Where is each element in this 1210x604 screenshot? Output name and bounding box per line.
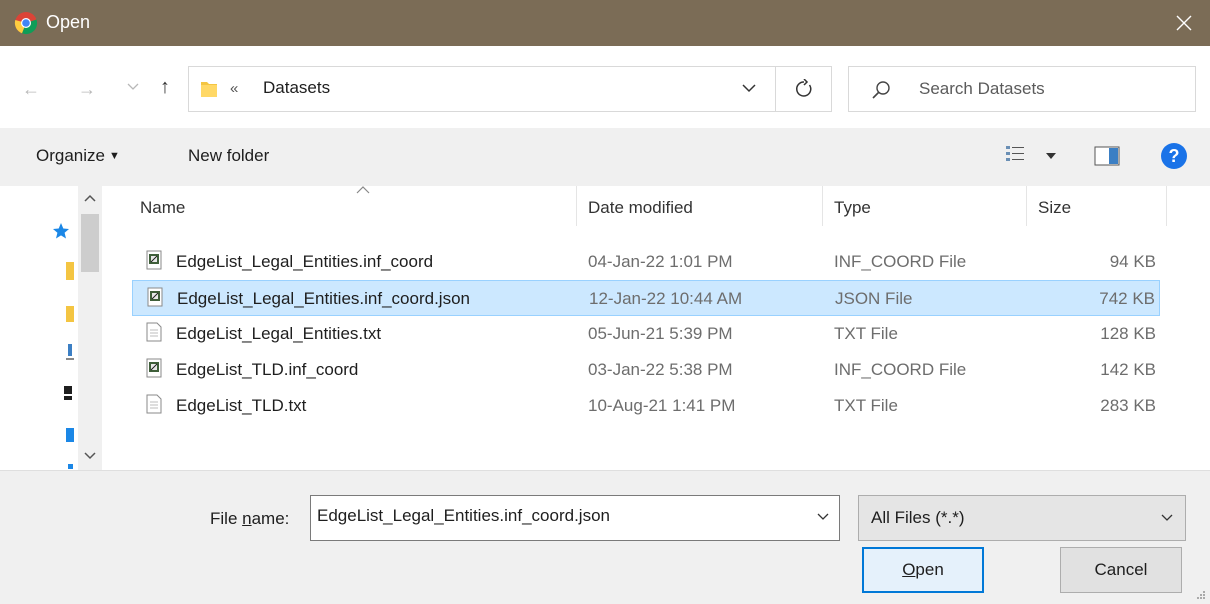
window-title: Open [46, 12, 91, 32]
view-list-icon[interactable] [1005, 144, 1025, 166]
column-divider[interactable] [1166, 186, 1167, 226]
title-bar: Open [0, 0, 1210, 46]
file-name-label-key: n [242, 509, 252, 528]
downloads-icon[interactable] [64, 342, 74, 362]
column-type[interactable]: Type [834, 198, 871, 218]
data-file-icon [146, 250, 162, 270]
file-name-cell: EdgeList_TLD.txt [176, 396, 307, 415]
text-file-icon [146, 322, 162, 342]
chevron-down-icon[interactable] [741, 81, 757, 95]
breadcrumb-overflow[interactable]: « [230, 80, 238, 97]
arrow-up-icon[interactable]: ↑ [160, 76, 170, 98]
file-size-cell: 283 KB [1100, 396, 1156, 415]
preview-pane-icon[interactable] [1094, 146, 1120, 166]
arrow-left-icon[interactable]: ← [22, 78, 40, 100]
folder-icon[interactable] [64, 260, 74, 282]
folder-icon[interactable] [64, 304, 74, 324]
file-size-cell: 742 KB [1099, 289, 1155, 308]
file-name-label-post: ame: [251, 509, 290, 528]
resize-grip-icon[interactable] [1196, 590, 1206, 600]
file-type-cell: TXT File [834, 396, 898, 415]
file-name-label: File name: [210, 509, 289, 529]
breadcrumb-current[interactable]: Datasets [263, 78, 330, 98]
column-size[interactable]: Size [1038, 198, 1071, 218]
open-access-key: O [902, 560, 916, 579]
address-bar[interactable]: « Datasets [188, 66, 776, 112]
file-name-input[interactable] [317, 506, 797, 526]
chevron-down-icon[interactable] [817, 513, 829, 521]
file-name-cell: EdgeList_Legal_Entities.txt [176, 324, 382, 343]
cancel-button[interactable]: Cancel [1060, 547, 1182, 593]
column-divider[interactable] [822, 186, 823, 226]
file-name-cell: EdgeList_TLD.inf_coord [176, 360, 359, 379]
file-type-select[interactable]: All Files (*.*) [858, 495, 1186, 541]
nav-pane-scrollbar[interactable] [78, 186, 102, 470]
file-type-cell: INF_COORD File [834, 360, 967, 379]
file-size-cell: 94 KB [1109, 252, 1156, 271]
chevron-down-icon [1161, 514, 1173, 521]
file-size-cell: 128 KB [1100, 324, 1156, 343]
column-name[interactable]: Name [140, 198, 185, 218]
file-name-field[interactable] [310, 495, 840, 541]
file-type-value: All Files (*.*) [871, 508, 965, 527]
new-folder-button[interactable]: New folder [188, 146, 269, 166]
organize-label: Organize [36, 146, 105, 165]
sort-up-icon [356, 186, 370, 194]
search-input[interactable]: Search Datasets [848, 66, 1196, 112]
svg-text:?: ? [1169, 146, 1180, 166]
windows-drive-icon[interactable] [62, 384, 74, 404]
file-size-cell: 142 KB [1100, 360, 1156, 379]
open-label: pen [915, 560, 944, 579]
close-button[interactable] [1158, 0, 1210, 46]
date-modified-cell: 05-Jun-21 5:39 PM [588, 324, 733, 343]
file-type-cell: TXT File [834, 324, 898, 343]
caret-down-icon[interactable] [1046, 153, 1056, 159]
scroll-up-icon[interactable] [84, 194, 96, 202]
file-type-cell: INF_COORD File [834, 252, 967, 271]
date-modified-cell: 10-Aug-21 1:41 PM [588, 396, 736, 415]
address-row: ← → ↑ « Datasets Search Datasets [0, 46, 1210, 128]
text-file-icon [146, 394, 162, 414]
dialog-footer: File name: All Files (*.*) Open Cancel [0, 470, 1210, 604]
refresh-icon [795, 79, 811, 97]
scroll-down-icon[interactable] [84, 452, 96, 460]
folder-icon [201, 82, 217, 97]
file-list: Name Date modified Type Size EdgeList_Le… [118, 186, 1210, 470]
file-name-cell: EdgeList_Legal_Entities.inf_coord [176, 252, 434, 271]
chevron-down-icon[interactable] [127, 83, 139, 91]
open-button[interactable]: Open [862, 547, 984, 593]
refresh-button[interactable] [776, 66, 832, 112]
column-header-row: Name Date modified Type Size [118, 186, 1210, 230]
file-name-cell: EdgeList_Legal_Entities.inf_coord.json [177, 289, 470, 308]
chrome-icon [14, 12, 38, 35]
column-divider[interactable] [1026, 186, 1027, 226]
table-row[interactable]: EdgeList_TLD.inf_coord 03-Jan-22 5:38 PM I… [132, 352, 1160, 388]
table-row[interactable]: EdgeList_Legal_Entities.inf_coord.json 12… [132, 280, 1160, 316]
column-date-modified[interactable]: Date modified [588, 198, 693, 218]
scrollbar-thumb[interactable] [81, 214, 99, 272]
file-type-cell: JSON File [835, 289, 913, 308]
table-row[interactable]: EdgeList_Legal_Entities.inf_coord 04-Jan-… [132, 244, 1160, 280]
column-divider[interactable] [576, 186, 577, 226]
search-placeholder: Search Datasets [919, 79, 1045, 98]
file-name-label-pre: File [210, 509, 243, 528]
table-row[interactable]: EdgeList_TLD.txt 10-Aug-21 1:41 PM TXT Fil… [132, 388, 1160, 424]
arrow-right-icon[interactable]: → [78, 78, 96, 100]
help-icon[interactable]: ? [1160, 142, 1188, 170]
data-file-icon [146, 358, 162, 378]
drive-icon[interactable] [66, 462, 74, 470]
date-modified-cell: 04-Jan-22 1:01 PM [588, 252, 733, 271]
close-icon [1176, 15, 1192, 31]
caret-down-icon: ▼ [108, 150, 120, 162]
organize-button[interactable]: Organize ▼ [36, 146, 120, 166]
search-icon [872, 81, 890, 99]
data-file-icon [147, 287, 163, 307]
command-bar: Organize ▼ New folder ? [0, 128, 1210, 186]
quick-access-star-icon[interactable] [52, 222, 70, 240]
windows-drive-icon[interactable] [64, 426, 74, 446]
date-modified-cell: 03-Jan-22 5:38 PM [588, 360, 733, 379]
date-modified-cell: 12-Jan-22 10:44 AM [589, 289, 743, 308]
table-row[interactable]: EdgeList_Legal_Entities.txt 05-Jun-21 5:3… [132, 316, 1160, 352]
